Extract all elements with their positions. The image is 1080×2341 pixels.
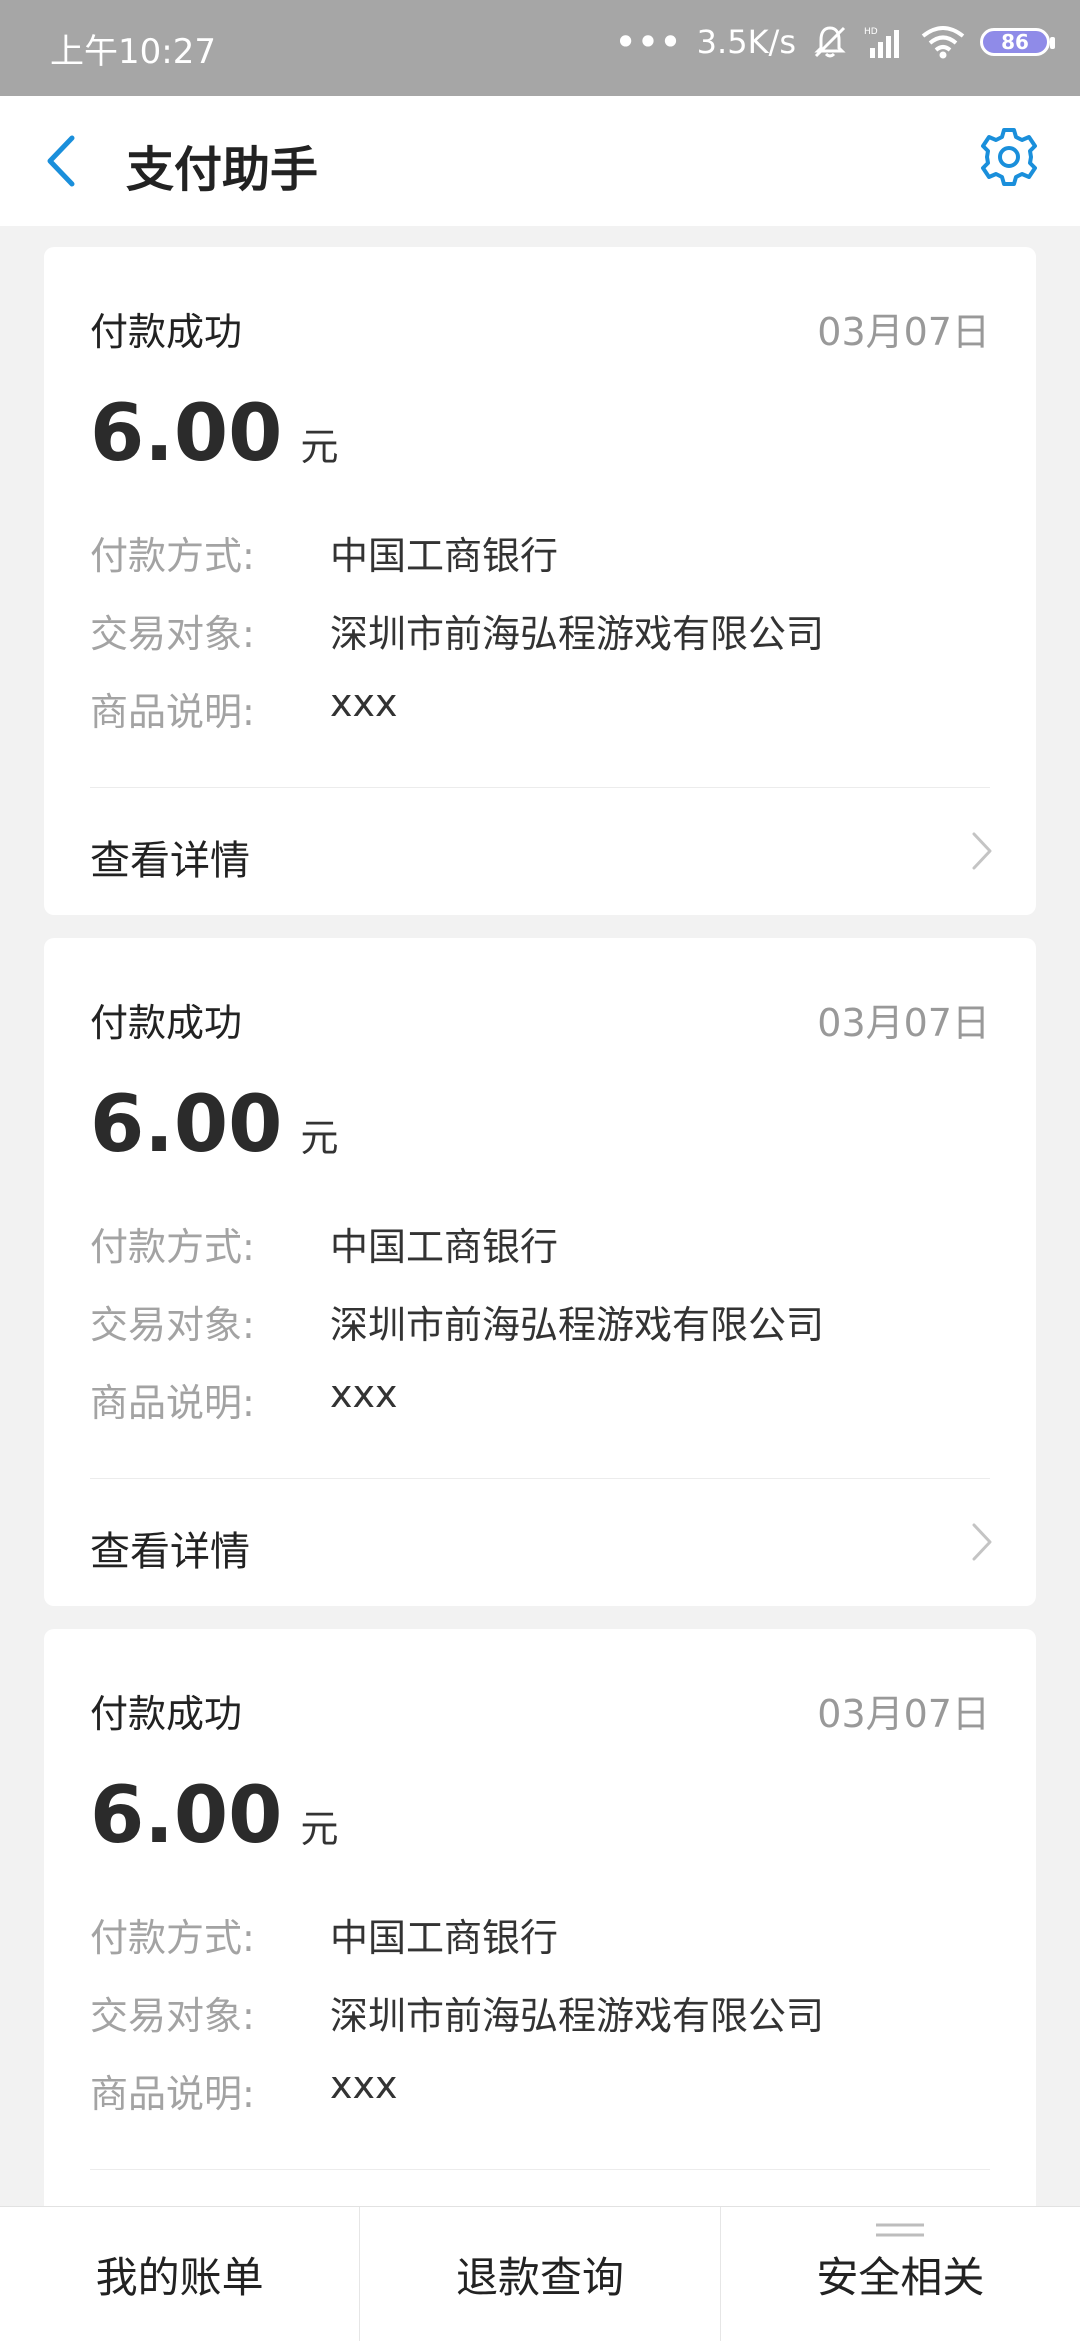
view-details-link[interactable]: 查看详情 bbox=[44, 788, 1036, 916]
payment-method-row: 付款方式: 中国工商银行 bbox=[90, 1216, 558, 1271]
description-value: xxx bbox=[330, 1372, 398, 1416]
merchant-label: 交易对象: bbox=[90, 612, 255, 656]
nav-security[interactable]: 安全相关 bbox=[719, 2207, 1080, 2341]
view-details-label: 查看详情 bbox=[90, 838, 250, 884]
payment-status: 付款成功 bbox=[90, 1692, 243, 1736]
battery-icon: 86 bbox=[980, 28, 1055, 56]
nav-refund-query[interactable]: 退款查询 bbox=[359, 2207, 719, 2341]
status-indicators: ••• 3.5K/s HD 86 bbox=[615, 22, 1055, 62]
payment-amount: 6.00 bbox=[90, 1771, 283, 1861]
description-row: 商品说明: xxx bbox=[90, 1372, 397, 1427]
description-label: 商品说明: bbox=[90, 1381, 255, 1425]
payment-date: 03月07日 bbox=[817, 310, 990, 354]
payment-method-value: 中国工商银行 bbox=[330, 1225, 559, 1269]
nav-my-bills-label: 我的账单 bbox=[95, 2252, 264, 2302]
payment-method-value: 中国工商银行 bbox=[330, 1916, 559, 1960]
gear-icon[interactable] bbox=[978, 126, 1040, 188]
merchant-row: 交易对象: 深圳市前海弘程游戏有限公司 bbox=[90, 603, 824, 658]
mute-bell-icon bbox=[814, 26, 846, 58]
merchant-label: 交易对象: bbox=[90, 1303, 255, 1347]
payment-amount: 6.00 bbox=[90, 1080, 283, 1170]
payment-method-value: 中国工商银行 bbox=[330, 534, 559, 578]
description-row: 商品说明: xxx bbox=[90, 681, 397, 736]
description-row: 商品说明: xxx bbox=[90, 2063, 397, 2118]
view-details-link[interactable]: 查看详情 bbox=[44, 1479, 1036, 1607]
payment-method-row: 付款方式: 中国工商银行 bbox=[90, 1907, 558, 1962]
payment-method-label: 付款方式: bbox=[90, 1225, 255, 1269]
battery-level: 86 bbox=[1001, 30, 1029, 54]
chevron-right-icon bbox=[972, 1523, 992, 1561]
currency-unit: 元 bbox=[300, 425, 339, 469]
description-value: xxx bbox=[330, 2063, 398, 2107]
payment-card: 付款成功 03月07日 6.00 元 付款方式: 中国工商银行 交易对象: 深圳… bbox=[44, 938, 1036, 1606]
merchant-label: 交易对象: bbox=[90, 1994, 255, 2038]
merchant-row: 交易对象: 深圳市前海弘程游戏有限公司 bbox=[90, 1294, 824, 1349]
status-bar: 上午10:27 ••• 3.5K/s HD 86 bbox=[0, 0, 1080, 96]
back-arrow-icon[interactable] bbox=[40, 132, 86, 190]
payment-card: 付款成功 03月07日 6.00 元 付款方式: 中国工商银行 交易对象: 深圳… bbox=[44, 247, 1036, 915]
payment-status: 付款成功 bbox=[90, 310, 243, 354]
payment-method-row: 付款方式: 中国工商银行 bbox=[90, 525, 558, 580]
amount-block: 6.00 元 bbox=[90, 389, 338, 479]
page-title: 支付助手 bbox=[126, 142, 319, 198]
bottom-nav: 我的账单 退款查询 安全相关 bbox=[0, 2206, 1080, 2341]
description-label: 商品说明: bbox=[90, 2072, 255, 2116]
description-value: xxx bbox=[330, 681, 398, 725]
currency-unit: 元 bbox=[300, 1116, 339, 1160]
menu-icon bbox=[876, 2223, 925, 2237]
chevron-right-icon bbox=[972, 832, 992, 870]
payment-date: 03月07日 bbox=[817, 1001, 990, 1045]
nav-refund-query-label: 退款查询 bbox=[455, 2252, 624, 2302]
payment-date: 03月07日 bbox=[817, 1692, 990, 1736]
amount-block: 6.00 元 bbox=[90, 1771, 338, 1861]
payment-card: 付款成功 03月07日 6.00 元 付款方式: 中国工商银行 交易对象: 深圳… bbox=[44, 1629, 1036, 2297]
currency-unit: 元 bbox=[300, 1807, 339, 1851]
payment-method-label: 付款方式: bbox=[90, 1916, 255, 1960]
header-bar: 支付助手 bbox=[0, 96, 1080, 226]
signal-icon: HD bbox=[864, 27, 899, 58]
merchant-value: 深圳市前海弘程游戏有限公司 bbox=[330, 612, 825, 656]
merchant-row: 交易对象: 深圳市前海弘程游戏有限公司 bbox=[90, 1985, 824, 2040]
status-time: 上午10:27 bbox=[50, 32, 216, 72]
more-dots-icon: ••• bbox=[615, 23, 683, 61]
svg-text:HD: HD bbox=[864, 27, 878, 37]
network-speed: 3.5K/s bbox=[696, 23, 796, 61]
description-label: 商品说明: bbox=[90, 690, 255, 734]
payment-status: 付款成功 bbox=[90, 1001, 243, 1045]
view-details-label: 查看详情 bbox=[90, 1529, 250, 1575]
payment-method-label: 付款方式: bbox=[90, 534, 255, 578]
payment-amount: 6.00 bbox=[90, 389, 283, 479]
card-divider bbox=[90, 2169, 990, 2170]
amount-block: 6.00 元 bbox=[90, 1080, 338, 1170]
merchant-value: 深圳市前海弘程游戏有限公司 bbox=[330, 1303, 825, 1347]
nav-my-bills[interactable]: 我的账单 bbox=[0, 2207, 359, 2341]
merchant-value: 深圳市前海弘程游戏有限公司 bbox=[330, 1994, 825, 2038]
nav-security-label: 安全相关 bbox=[816, 2252, 985, 2302]
wifi-icon bbox=[921, 26, 965, 59]
